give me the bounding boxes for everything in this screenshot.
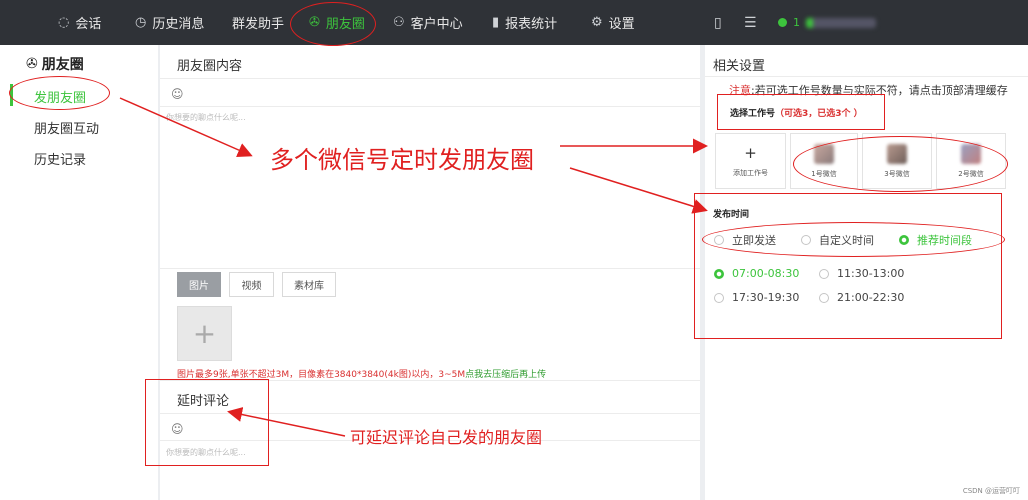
arrow (227, 407, 346, 437)
arrow (569, 167, 708, 214)
arrow (119, 97, 253, 158)
annotation-arrows (119, 97, 708, 437)
watermark: CSDN @运营叮叮 (962, 487, 1020, 495)
